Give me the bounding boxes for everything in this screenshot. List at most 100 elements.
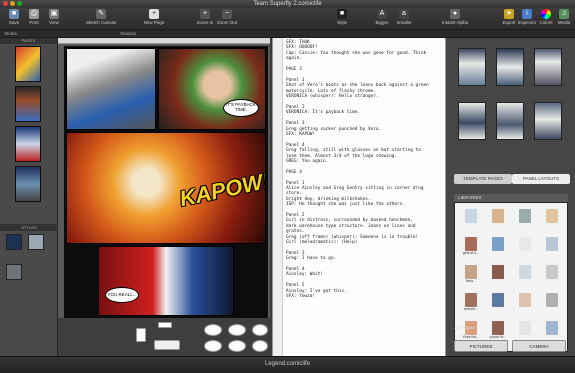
zoom-out-icon: − xyxy=(222,9,232,19)
libraries-header[interactable]: LIBRARIES xyxy=(454,194,568,202)
styles-header: STYLES xyxy=(0,224,58,231)
export-button[interactable]: ➤ Export xyxy=(500,9,518,29)
media-button[interactable]: ♫ Media xyxy=(555,9,573,29)
library-image[interactable]: hero... xyxy=(459,265,483,287)
template-thumbnail-5[interactable] xyxy=(496,102,524,140)
images-count: 35 images xyxy=(454,325,475,330)
zoom-out-button[interactable]: − Zoom Out xyxy=(215,9,239,29)
page-thumbnail-1[interactable] xyxy=(15,46,41,82)
style-swatch[interactable] xyxy=(6,234,22,250)
page-thumbnail-4[interactable] xyxy=(15,166,41,202)
library-image[interactable] xyxy=(486,293,510,315)
page-thumbnail-2[interactable] xyxy=(15,86,41,122)
tab-panel-layouts[interactable]: PANEL LAYOUTS xyxy=(512,174,570,184)
library-image-thumb xyxy=(465,237,477,251)
library-image[interactable] xyxy=(459,209,483,231)
comic-panel-2[interactable]: IT'S PAYBACK TIME. xyxy=(158,48,266,130)
library-image[interactable] xyxy=(540,265,564,287)
comic-page[interactable]: IT'S PAYBACK TIME. KAPOW! YOU REALL... xyxy=(64,46,268,318)
bigger-button[interactable]: A Bigger xyxy=(370,9,394,29)
script-line[interactable]: SFX: Yowza! xyxy=(286,294,444,299)
library-image[interactable] xyxy=(486,237,510,259)
smaller-button[interactable]: a Smaller xyxy=(392,9,416,29)
balloon-style-rect[interactable] xyxy=(136,328,146,342)
comic-panel-1[interactable] xyxy=(66,48,156,130)
view-button[interactable]: ▣ View xyxy=(42,9,66,29)
style-swatch[interactable] xyxy=(6,264,22,280)
new-page-icon: + xyxy=(149,9,159,19)
library-image[interactable] xyxy=(513,237,537,259)
script-line[interactable]: Alice Ainsley and Greg Gentry sitting in… xyxy=(286,186,444,191)
speech-bubble-yeah[interactable]: YOU REALL... xyxy=(105,287,139,303)
media-icon: ♫ xyxy=(559,9,569,19)
library-image-caption: hero... xyxy=(465,279,477,283)
inspector-icon: i xyxy=(522,9,532,19)
balloon-style-burst[interactable] xyxy=(252,340,268,352)
stroke-label[interactable]: Stroke xyxy=(4,30,17,38)
sketch-icon: ✎ xyxy=(96,9,106,19)
balloon-style-round[interactable] xyxy=(204,324,222,336)
library-image-thumb xyxy=(519,293,531,307)
instant-alpha-button[interactable]: ● Instant Alpha xyxy=(440,9,470,29)
page-thumbnail-3[interactable] xyxy=(15,126,41,162)
balloon-style-thought[interactable] xyxy=(204,340,222,352)
app-window: Team Superfly 2.comiclife ■ Save ⎙ Print ▣… xyxy=(0,0,575,373)
library-image-caption: punch th... xyxy=(489,335,507,339)
smaller-icon: a xyxy=(399,9,409,19)
zoom-in-icon: + xyxy=(200,9,210,19)
library-image-thumb xyxy=(465,293,477,307)
balloon-tray xyxy=(58,318,270,356)
secondary-window-title: Legend.comiclife xyxy=(264,361,311,367)
library-image-thumb xyxy=(492,265,504,279)
script-text[interactable]: SFX: THUK SFX: OOOOOF! Cap: Cassie: You th… xyxy=(286,40,444,300)
main-toolbar: ■ Save ⎙ Print ▣ View ✎ Sketch Canvas + New P… xyxy=(0,8,575,30)
library-image-thumb xyxy=(492,293,504,307)
template-thumbnail-2[interactable] xyxy=(496,48,524,86)
style-button[interactable]: ■ Style xyxy=(330,9,354,29)
balloon-style-scream[interactable] xyxy=(154,340,180,350)
library-image[interactable] xyxy=(486,209,510,231)
library-image-thumb xyxy=(519,265,531,279)
balloon-style-caption[interactable] xyxy=(158,322,172,328)
template-thumbnail-4[interactable] xyxy=(458,102,486,140)
library-image[interactable] xyxy=(513,209,537,231)
zoom-in-button[interactable]: + Zoom In xyxy=(193,9,217,29)
style-swatch[interactable] xyxy=(28,234,44,250)
balloon-style-cloud[interactable] xyxy=(252,324,268,336)
tab-template-pages[interactable]: TEMPLATE PAGES xyxy=(454,174,512,184)
library-image[interactable]: heroes... xyxy=(459,293,483,315)
library-image[interactable]: girls at s... xyxy=(459,237,483,259)
script-editor[interactable]: SFX: THUK SFX: OOOOOF! Cap: Cassie: You th… xyxy=(272,38,446,356)
script-line[interactable]: Shot of Vero's boots as she leans back a… xyxy=(286,83,444,88)
library-image[interactable] xyxy=(513,265,537,287)
camera-button[interactable]: CAMERA xyxy=(512,340,566,352)
colors-button[interactable]: Colors xyxy=(537,9,555,29)
pages-header: PAGES xyxy=(0,38,57,44)
save-icon: ■ xyxy=(9,9,19,19)
library-image[interactable] xyxy=(540,293,564,315)
sketch-canvas-button[interactable]: ✎ Sketch Canvas xyxy=(86,9,116,29)
library-image-thumb xyxy=(546,265,558,279)
pictures-button[interactable]: PICTURES xyxy=(454,340,508,352)
library-image[interactable] xyxy=(540,209,564,231)
template-thumbnail-1[interactable] xyxy=(458,48,486,86)
template-thumbnail-6[interactable] xyxy=(534,102,562,140)
template-thumbnail-3[interactable] xyxy=(534,48,562,86)
library-image[interactable] xyxy=(540,237,564,259)
comic-panel-3[interactable]: KAPOW! xyxy=(66,132,266,244)
library-image-caption: Yves the... xyxy=(462,335,480,339)
balloon-style-whisper[interactable] xyxy=(228,340,246,352)
kapow-sound-effect[interactable]: KAPOW! xyxy=(177,168,265,212)
speech-bubble-payback[interactable]: IT'S PAYBACK TIME. xyxy=(223,99,259,117)
library-image[interactable] xyxy=(486,265,510,287)
inspector-button[interactable]: i Inspector xyxy=(517,9,537,29)
script-line[interactable]: Cap: Cassie: You thought she was gone fo… xyxy=(286,51,444,56)
comic-panel-4[interactable]: YOU REALL... xyxy=(98,246,234,316)
shadow-label[interactable]: Shadow xyxy=(120,30,136,38)
library-image-thumb xyxy=(465,209,477,223)
script-line[interactable]: Greg falling, still with glasses on but … xyxy=(286,148,444,153)
balloon-style-oval[interactable] xyxy=(228,324,246,336)
library-image-thumb xyxy=(465,265,477,279)
new-page-button[interactable]: + New Page xyxy=(140,9,168,29)
library-image[interactable] xyxy=(513,293,537,315)
